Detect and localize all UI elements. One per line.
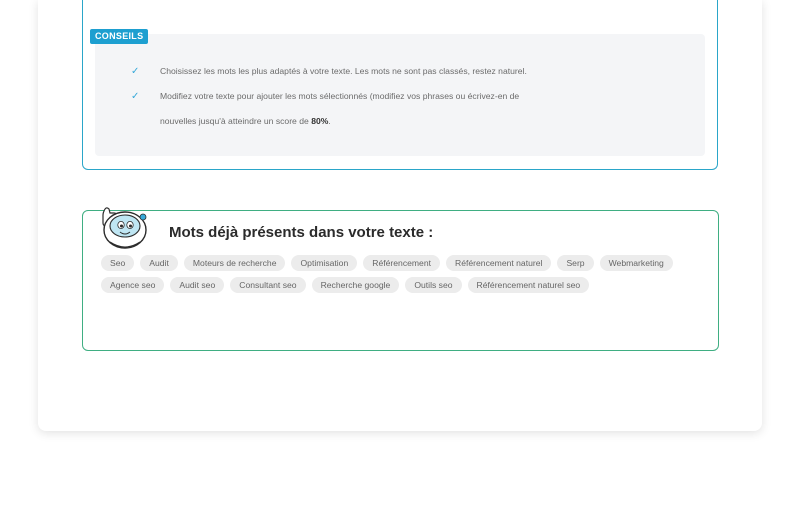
word-chip: Audit seo	[170, 277, 225, 293]
word-chip: Outils seo	[405, 277, 462, 293]
word-chip: Recherche google	[311, 277, 400, 293]
word-chip: Référencement naturel	[446, 255, 552, 271]
check-icon: ✓	[131, 66, 140, 77]
word-chip: Serp	[557, 255, 594, 271]
word-chip: Seo	[101, 255, 135, 271]
word-chip: Moteurs de recherche	[183, 255, 286, 271]
word-chip: Référencement naturel seo	[467, 277, 590, 293]
word-chip: Webmarketing	[599, 255, 673, 271]
tip-continuation-end: .	[328, 116, 331, 126]
tip-item-2-continuation: nouvelles jusqu'à atteindre un score de …	[160, 116, 331, 126]
word-chip: Optimisation	[291, 255, 358, 271]
target-score: 80%	[311, 116, 329, 126]
word-chip: Référencement	[363, 255, 441, 271]
check-icon: ✓	[131, 91, 140, 102]
mascot-robot-icon	[102, 207, 147, 249]
word-chip: Audit	[140, 255, 178, 271]
present-words-title: Mots déjà présents dans votre texte :	[169, 224, 434, 241]
tip-text: Choisissez les mots les plus adaptés à v…	[160, 66, 527, 76]
tips-badge: CONSEILS	[90, 29, 149, 44]
tip-text: Modifiez votre texte pour ajouter les mo…	[160, 91, 520, 101]
tip-item-2: ✓ Modifiez votre texte pour ajouter les m…	[131, 91, 519, 102]
word-chip: Consultant seo	[230, 277, 306, 293]
tip-item-1: ✓ Choisissez les mots les plus adaptés à …	[131, 66, 527, 77]
word-chip-list: Seo Audit Moteurs de recherche Optimisation…	[101, 255, 701, 293]
word-chip: Agence seo	[101, 277, 165, 293]
tip-continuation-text: nouvelles jusqu'à atteindre un score de	[160, 116, 312, 126]
